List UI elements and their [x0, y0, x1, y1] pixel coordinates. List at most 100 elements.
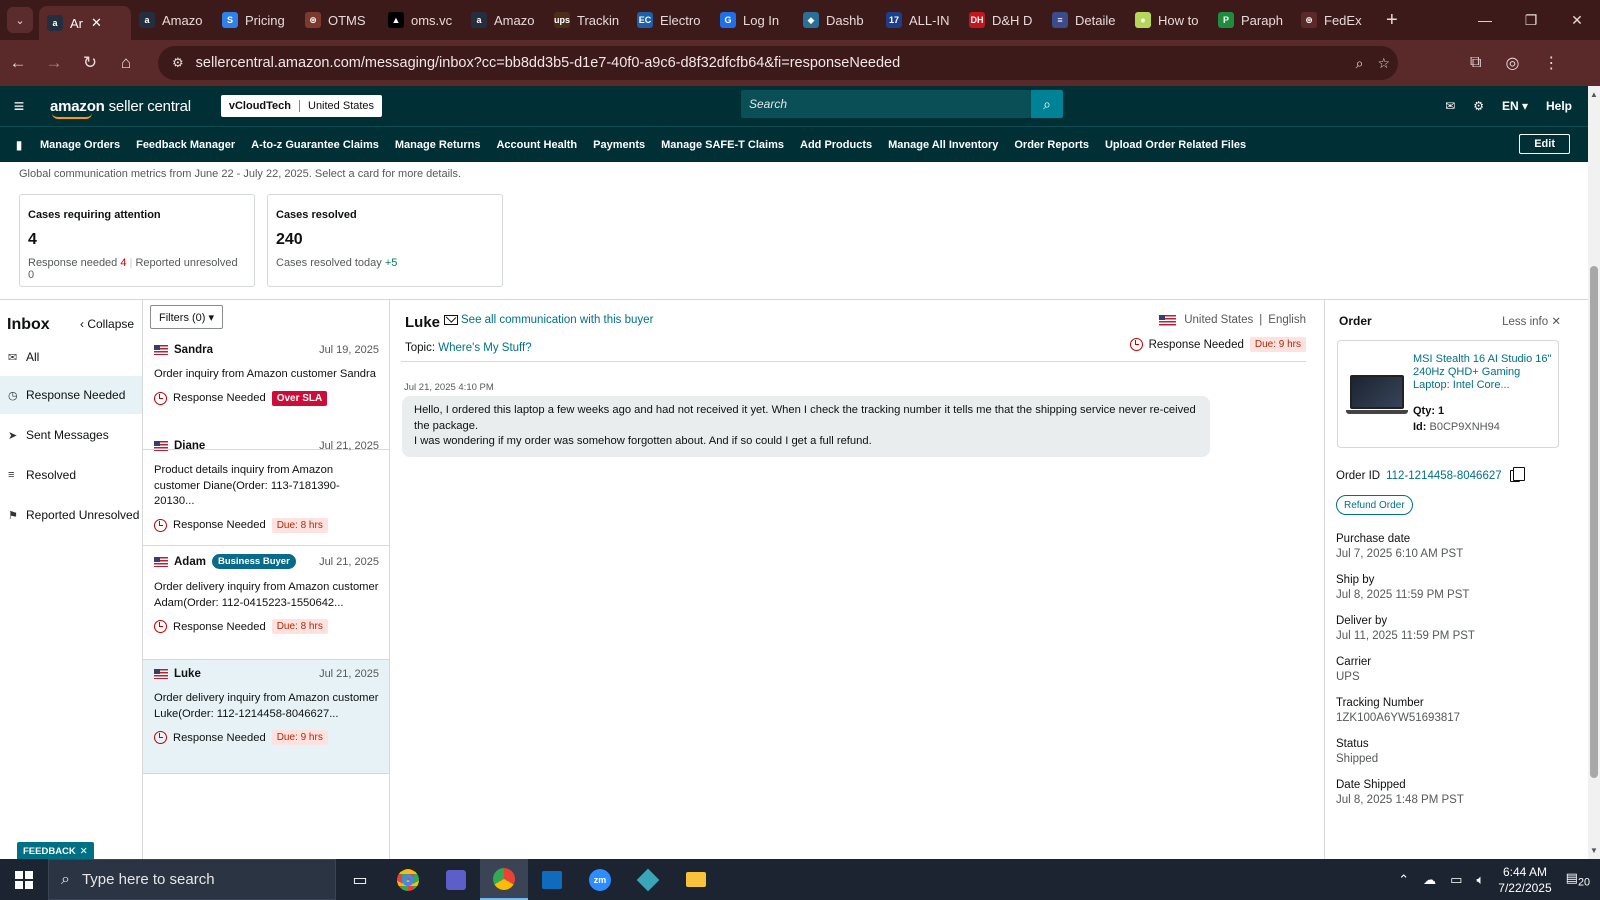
site-info-icon[interactable]: ⚙ — [172, 55, 184, 71]
nav-manage-orders[interactable]: Manage Orders — [40, 139, 120, 151]
profile-icon[interactable]: ◎ — [1505, 53, 1519, 73]
scrollbar-thumb[interactable] — [1590, 266, 1598, 778]
zoom-icon[interactable]: ⌕ — [1356, 55, 1364, 72]
product-card: MSI Stealth 16 AI Studio 16" 240Hz QHD+ … — [1337, 340, 1559, 448]
header-search-input[interactable]: Search — [741, 90, 1031, 118]
chrome-profile-app-icon[interactable] — [480, 859, 528, 900]
chrome-app-icon[interactable] — [384, 859, 432, 900]
browser-tab[interactable]: EC Electro — [629, 4, 712, 36]
browser-tab[interactable]: a Amazo — [131, 4, 214, 36]
product-name-link[interactable]: MSI Stealth 16 AI Studio 16" 240Hz QHD+ … — [1413, 353, 1553, 392]
seller-central-logo[interactable]: amazon seller central — [50, 98, 191, 119]
language-selector[interactable]: EN ▾ — [1502, 99, 1528, 113]
topic-link[interactable]: Where's My Stuff? — [438, 342, 531, 354]
taskbar-clock[interactable]: 6:44 AM 7/22/2025 — [1498, 864, 1551, 896]
sidebar-item-resolved[interactable]: ≡ Resolved — [0, 456, 142, 494]
edit-nav-button[interactable]: Edit — [1519, 134, 1570, 154]
sidebar-item-reported-unresolved[interactable]: ⚑ Reported Unresolved — [0, 496, 142, 534]
taskbar-search-box[interactable]: ⌕ Type here to search — [48, 859, 336, 900]
collapse-button[interactable]: ‹ Collapse — [80, 317, 134, 331]
less-info-button[interactable]: Less info ✕ — [1502, 314, 1561, 328]
nav-safe-t-claims[interactable]: Manage SAFE-T Claims — [661, 139, 784, 151]
card-cases-attention[interactable]: Cases requiring attention 4 Response nee… — [19, 194, 255, 287]
page-scrollbar[interactable]: ▲ ▼ — [1588, 86, 1600, 859]
task-view-icon[interactable]: ▭ — [336, 859, 384, 900]
order-id-link[interactable]: 112-1214458-8046627 — [1386, 470, 1502, 482]
tab-title: Amazo — [162, 12, 203, 28]
settings-gear-icon[interactable]: ⚙ — [1473, 99, 1484, 113]
nav-account-health[interactable]: Account Health — [496, 139, 577, 151]
sidebar-item-all[interactable]: ✉ All — [0, 338, 142, 376]
back-button[interactable]: ← — [0, 53, 36, 73]
see-all-communication-link[interactable]: See all communication with this buyer — [444, 314, 653, 326]
tab-close-icon[interactable]: ✕ — [91, 15, 102, 31]
browser-tab[interactable]: G Log In — [712, 4, 795, 36]
forward-button[interactable]: → — [36, 53, 72, 73]
minimize-button[interactable]: — — [1462, 12, 1508, 29]
browser-tab[interactable]: DH D&H D — [961, 4, 1044, 36]
new-tab-button[interactable]: + — [1386, 9, 1398, 32]
conversation-list: Filters (0) ▾ Sandra Jul 19, 2025 Order i… — [143, 300, 390, 859]
restore-button[interactable]: ❐ — [1508, 12, 1554, 29]
nav-manage-returns[interactable]: Manage Returns — [395, 139, 481, 151]
browser-tab[interactable]: a Amazo — [463, 4, 546, 36]
product-image[interactable] — [1346, 375, 1408, 414]
nav-upload-order-files[interactable]: Upload Order Related Files — [1105, 139, 1246, 151]
browser-tab[interactable]: ⊛ OTMS — [297, 4, 380, 36]
scroll-up-icon[interactable]: ▲ — [1590, 90, 1598, 99]
browser-tab[interactable]: ● How to — [1127, 4, 1210, 36]
product-id-label: Id: — [1413, 421, 1427, 433]
browser-tab[interactable]: P Paraph — [1210, 4, 1293, 36]
browser-tab[interactable]: ▲ oms.vc — [380, 4, 463, 36]
search-button[interactable]: ⌕ — [1031, 90, 1063, 118]
copy-icon[interactable] — [1509, 467, 1525, 482]
feedback-button[interactable]: FEEDBACK ✕ — [17, 842, 94, 859]
browser-tab[interactable]: ⊛ FedEx — [1293, 4, 1376, 36]
onedrive-icon[interactable]: ☁ — [1423, 872, 1436, 888]
conversation-item-luke[interactable]: Luke Jul 21, 2025 Order delivery inquiry … — [143, 660, 389, 774]
browser-tab[interactable]: 17 ALL-IN — [878, 4, 961, 36]
bookmark-star-icon[interactable]: ☆ — [1377, 55, 1390, 72]
conversation-item-adam[interactable]: Adam Business Buyer Jul 21, 2025 Order del… — [143, 546, 389, 660]
volume-icon[interactable]: 🔈︎ — [1476, 872, 1484, 888]
home-button[interactable]: ⌂ — [108, 53, 144, 73]
filters-dropdown[interactable]: Filters (0) ▾ — [150, 305, 224, 329]
browser-tab[interactable]: ≡ Detaile — [1044, 4, 1127, 36]
chevron-up-icon[interactable]: ⌃ — [1398, 872, 1409, 888]
browser-tab[interactable]: ◆ Dashb — [795, 4, 878, 36]
account-switcher[interactable]: vCloudTech United States — [220, 95, 383, 117]
nav-order-reports[interactable]: Order Reports — [1014, 139, 1089, 151]
card-cases-resolved[interactable]: Cases resolved 240 Cases resolved today … — [267, 194, 503, 287]
browser-menu-icon[interactable]: ⋮ — [1543, 53, 1559, 73]
browser-tab[interactable]: a Ar ✕ — [39, 6, 131, 40]
conversation-item-diane[interactable]: Diane Jul 21, 2025 Product details inquir… — [143, 432, 389, 546]
outlook-app-icon[interactable] — [528, 859, 576, 900]
zoom-app-icon[interactable]: zm — [576, 859, 624, 900]
close-window-button[interactable]: ✕ — [1554, 12, 1600, 29]
nav-feedback-manager[interactable]: Feedback Manager — [136, 139, 235, 151]
scroll-down-icon[interactable]: ▼ — [1590, 846, 1598, 855]
browser-tab[interactable]: ups Trackin — [546, 4, 629, 36]
mail-icon[interactable]: ✉ — [1445, 99, 1455, 113]
tab-search-button[interactable]: ⌄ — [7, 7, 33, 33]
start-button[interactable] — [0, 870, 48, 889]
sidebar-item-sent-messages[interactable]: ➤ Sent Messages — [0, 416, 142, 454]
url-bar[interactable]: ⚙ sellercentral.amazon.com/messaging/inb… — [158, 46, 1398, 80]
extensions-icon[interactable]: ⧉ — [1470, 54, 1481, 72]
browser-tab[interactable]: S Pricing — [214, 4, 297, 36]
nav-payments[interactable]: Payments — [593, 139, 645, 151]
file-explorer-icon[interactable] — [672, 859, 720, 900]
nav-manage-inventory[interactable]: Manage All Inventory — [888, 139, 998, 151]
help-link[interactable]: Help — [1546, 99, 1572, 113]
sidebar-item-response-needed[interactable]: ◷ Response Needed — [0, 376, 142, 414]
nav-add-products[interactable]: Add Products — [800, 139, 872, 151]
nav-a-to-z-claims[interactable]: A-to-z Guarantee Claims — [251, 139, 379, 151]
reload-button[interactable]: ↻ — [72, 53, 108, 73]
network-icon[interactable]: ▭ — [1450, 872, 1462, 888]
notification-center-icon[interactable]: ▤20 — [1566, 870, 1590, 889]
refund-order-button[interactable]: Refund Order — [1336, 495, 1413, 515]
hamburger-menu-icon[interactable]: ≡ — [0, 96, 38, 117]
app-diamond-icon[interactable] — [624, 859, 672, 900]
bookmark-icon[interactable]: ▮ — [0, 138, 38, 152]
teams-app-icon[interactable] — [432, 859, 480, 900]
